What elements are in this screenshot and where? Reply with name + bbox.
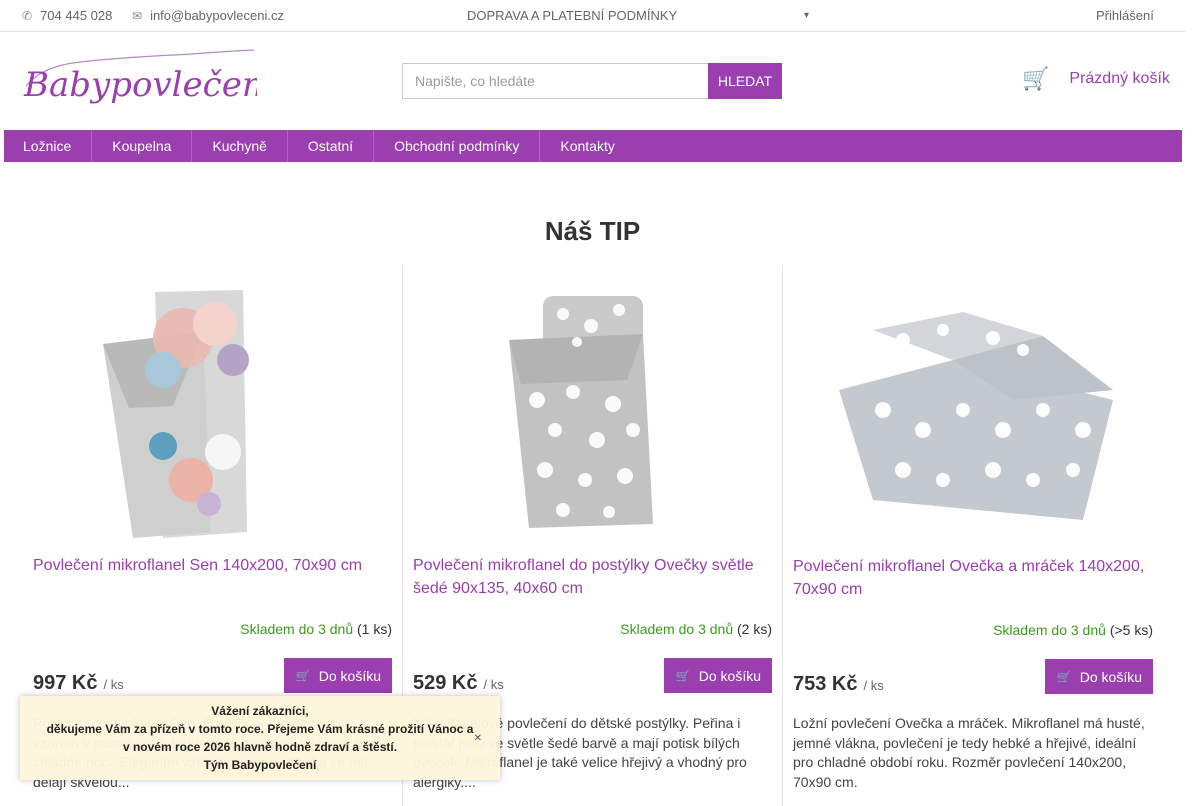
notice-signature: Tým Babypovlečení: [203, 758, 317, 772]
cart-icon: 🛒: [1056, 669, 1072, 684]
section-title: Náš TIP: [544, 216, 641, 246]
email-contact[interactable]: ✉ info@babypovleceni.cz: [132, 8, 284, 23]
price-value: 753 Kč: [793, 673, 858, 695]
nav-item-obchodni-podminky[interactable]: Obchodní podmínky: [374, 130, 541, 162]
nav-item-koupelna[interactable]: Koupelna: [92, 130, 193, 162]
main-nav: Ložnice Koupelna Kuchyně Ostatní Obchodn…: [4, 130, 1182, 162]
stock-status: Skladem do 3 dnů (2 ks): [620, 621, 772, 637]
price: 753 Kč / ks: [793, 673, 884, 696]
notice-text-1: děkujeme Vám za přízeň v tomto roce. Pře…: [46, 722, 474, 736]
top-bar: ✆ 704 445 028 ✉ info@babypovleceni.cz DO…: [0, 0, 1185, 32]
product-card: Povlečení mikroflanel Ovečka a mráček 14…: [783, 266, 1163, 806]
stock-qty: (1 ks): [357, 621, 392, 637]
price-value: 997 Kč: [33, 672, 98, 694]
login-link[interactable]: Přihlášení: [1096, 8, 1154, 23]
site-logo[interactable]: Babypovlečení: [22, 46, 257, 112]
stock-status: Skladem do 3 dnů (>5 ks): [993, 622, 1153, 638]
product-name[interactable]: Povlečení mikroflanel do postýlky Ovečky…: [413, 554, 768, 600]
product-image[interactable]: [33, 280, 393, 542]
dropdown-icon[interactable]: ▾: [804, 10, 809, 21]
notice-text-2: v novém roce 2026 hlavně hodně zdraví a …: [122, 740, 398, 754]
price: 997 Kč / ks: [33, 672, 124, 695]
cart-label: Prázdný košík: [1069, 70, 1170, 87]
stock-qty: (2 ks): [737, 621, 772, 637]
shipping-link[interactable]: DOPRAVA A PLATEBNÍ PODMÍNKY: [467, 8, 677, 23]
holiday-notice: Vážení zákazníci, děkujeme Vám za přízeň…: [20, 696, 500, 780]
product-description: Ložní povlečení Ovečka a mráček. Mikrofl…: [793, 715, 1145, 790]
add-to-cart-label: Do košíku: [318, 667, 381, 684]
notice-greeting: Vážení zákazníci,: [211, 704, 309, 718]
stock-label: Skladem do 3 dnů: [620, 621, 734, 637]
cart-icon: 🛒: [295, 668, 311, 683]
stock-status: Skladem do 3 dnů (1 ks): [240, 621, 392, 637]
stock-label: Skladem do 3 dnů: [240, 621, 354, 637]
price-unit: / ks: [103, 677, 124, 692]
search-button[interactable]: HLEDAT: [708, 63, 782, 99]
price-unit: / ks: [483, 677, 504, 692]
nav-item-kontakty[interactable]: Kontakty: [540, 130, 634, 162]
product-image[interactable]: [413, 280, 773, 542]
mail-icon: ✉: [132, 8, 143, 23]
add-to-cart-label: Do košíku: [1079, 668, 1142, 685]
product-image[interactable]: [793, 280, 1153, 542]
cart-icon: 🛒: [1022, 66, 1050, 91]
nav-item-loznice[interactable]: Ložnice: [4, 130, 93, 162]
cart-icon: 🛒: [675, 668, 691, 683]
price-unit: / ks: [863, 678, 884, 693]
close-icon[interactable]: ✕: [474, 730, 482, 748]
logo-text: Babypovlečení: [23, 65, 257, 105]
add-to-cart-label: Do košíku: [698, 667, 761, 684]
add-to-cart-button[interactable]: 🛒 Do košíku: [283, 658, 392, 693]
add-to-cart-button[interactable]: 🛒 Do košíku: [663, 658, 772, 693]
price-value: 529 Kč: [413, 672, 478, 694]
product-name[interactable]: Povlečení mikroflanel Ovečka a mráček 14…: [793, 555, 1148, 601]
search-bar: HLEDAT: [402, 63, 782, 99]
phone-contact[interactable]: ✆ 704 445 028: [22, 8, 112, 23]
nav-item-ostatni[interactable]: Ostatní: [288, 130, 375, 162]
price: 529 Kč / ks: [413, 672, 504, 695]
email-address[interactable]: info@babypovleceni.cz: [150, 8, 284, 23]
add-to-cart-button[interactable]: 🛒 Do košíku: [1044, 659, 1153, 694]
search-input[interactable]: [402, 63, 708, 99]
stock-qty: (>5 ks): [1109, 622, 1153, 638]
cart-link[interactable]: 🛒 Prázdný košík: [1022, 66, 1170, 92]
phone-icon: ✆: [22, 8, 33, 23]
nav-item-kuchyne[interactable]: Kuchyně: [192, 130, 288, 162]
stock-label: Skladem do 3 dnů: [993, 622, 1106, 638]
phone-number[interactable]: 704 445 028: [40, 8, 112, 23]
product-name[interactable]: Povlečení mikroflanel Sen 140x200, 70x90…: [33, 554, 388, 577]
